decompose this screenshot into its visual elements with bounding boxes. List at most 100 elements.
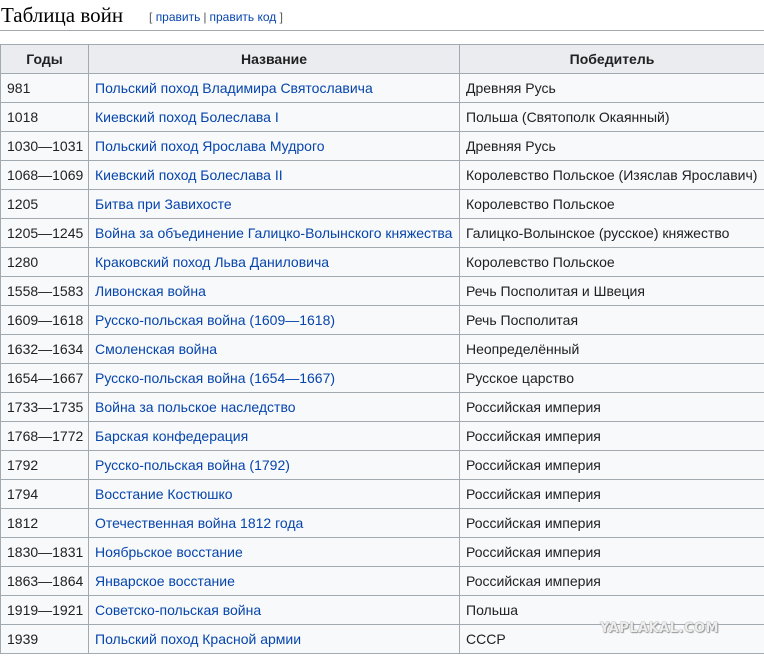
column-header-years[interactable]: Годы [0, 44, 89, 74]
cell-name: Ливонская война [88, 276, 460, 306]
cell-name: Смоленская война [88, 334, 460, 364]
cell-name: Советско-польская война [88, 595, 460, 625]
table-row: 1812 Отечественная война 1812 года Российс… [0, 508, 764, 538]
edit-section-links: [ править | править код ] [149, 9, 283, 25]
war-link[interactable]: Краковский поход Льва Даниловича [95, 254, 329, 270]
cell-years: 1205—1245 [0, 218, 89, 248]
edit-code-link[interactable]: править код [209, 10, 276, 24]
war-link[interactable]: Война за объединение Галицко-Волынского … [95, 225, 452, 241]
open-bracket: [ [149, 10, 153, 24]
cell-winner: Древняя Русь [459, 131, 764, 161]
wars-table: Годы Название Победитель 981 Польский пох… [0, 44, 764, 654]
cell-years: 1205 [0, 189, 89, 219]
war-link[interactable]: Смоленская война [95, 341, 217, 357]
table-row: 1768—1772 Барская конфедерация Российская … [0, 421, 764, 451]
war-link[interactable]: Польский поход Красной армии [95, 631, 301, 647]
table-row: 1939 Польский поход Красной армии СССР [0, 624, 764, 654]
cell-years: 1812 [0, 508, 89, 538]
cell-winner: Королевство Польское [459, 247, 764, 277]
table-row: 1609—1618 Русско-польская война (1609—161… [0, 305, 764, 335]
war-link[interactable]: Война за польское наследство [95, 399, 296, 415]
cell-years: 1919—1921 [0, 595, 89, 625]
cell-winner: Польша [459, 595, 764, 625]
war-link[interactable]: Русско-польская война (1792) [95, 457, 290, 473]
table-row: 1863—1864 Январское восстание Российская и… [0, 566, 764, 596]
cell-name: Киевский поход Болеслава II [88, 160, 460, 190]
cell-name: Краковский поход Льва Даниловича [88, 247, 460, 277]
war-link[interactable]: Восстание Костюшко [95, 486, 233, 502]
war-link[interactable]: Январское восстание [95, 573, 235, 589]
edit-link[interactable]: править [156, 10, 201, 24]
table-row: 1558—1583 Ливонская война Речь Посполитая … [0, 276, 764, 306]
table-row: 1632—1634 Смоленская война Неопределённый [0, 334, 764, 364]
cell-winner: Королевство Польское (Изяслав Ярославич) [459, 160, 764, 190]
cell-winner: СССР [459, 624, 764, 654]
table-row: 981 Польский поход Владимира Святославича… [0, 73, 764, 103]
cell-name: Ноябрьское восстание [88, 537, 460, 567]
cell-name: Отечественная война 1812 года [88, 508, 460, 538]
cell-winner: Российская империя [459, 479, 764, 509]
cell-winner: Российская империя [459, 508, 764, 538]
cell-winner: Российская империя [459, 566, 764, 596]
table-body: 981 Польский поход Владимира Святославича… [0, 73, 764, 654]
cell-winner: Речь Посполитая и Швеция [459, 276, 764, 306]
cell-winner: Российская империя [459, 537, 764, 567]
cell-name: Война за объединение Галицко-Волынского … [88, 218, 460, 248]
table-row: 1733—1735 Война за польское наследство Рос… [0, 392, 764, 422]
cell-winner: Неопределённый [459, 334, 764, 364]
war-link[interactable]: Ноябрьское восстание [95, 544, 243, 560]
cell-years: 1830—1831 [0, 537, 89, 567]
table-row: 1792 Русско-польская война (1792) Российск… [0, 450, 764, 480]
cell-name: Русско-польская война (1654—1667) [88, 363, 460, 393]
war-link[interactable]: Польский поход Владимира Святославича [95, 80, 373, 96]
war-link[interactable]: Ливонская война [95, 283, 206, 299]
war-link[interactable]: Русско-польская война (1609—1618) [95, 312, 335, 328]
war-link[interactable]: Советско-польская война [95, 602, 261, 618]
table-row: 1794 Восстание Костюшко Российская империя [0, 479, 764, 509]
cell-years: 1018 [0, 102, 89, 132]
close-bracket: ] [279, 10, 283, 24]
cell-years: 1609—1618 [0, 305, 89, 335]
cell-name: Январское восстание [88, 566, 460, 596]
cell-years: 1632—1634 [0, 334, 89, 364]
cell-years: 1794 [0, 479, 89, 509]
cell-winner: Русское царство [459, 363, 764, 393]
cell-winner: Российская империя [459, 421, 764, 451]
table-row: 1280 Краковский поход Льва Даниловича Коро… [0, 247, 764, 277]
table-row: 1654—1667 Русско-польская война (1654—166… [0, 363, 764, 393]
war-link[interactable]: Барская конфедерация [95, 428, 248, 444]
war-link[interactable]: Битва при Завихосте [95, 196, 232, 212]
cell-name: Восстание Костюшко [88, 479, 460, 509]
war-link[interactable]: Киевский поход Болеслава II [95, 167, 283, 183]
cell-winner: Королевство Польское [459, 189, 764, 219]
column-header-winner[interactable]: Победитель [459, 44, 764, 74]
section-heading: Таблица войн [ править | править код ] [0, 0, 764, 31]
table-row: 1830—1831 Ноябрьское восстание Российская … [0, 537, 764, 567]
section-title: Таблица войн [1, 3, 124, 27]
column-header-name[interactable]: Название [88, 44, 460, 74]
cell-name: Киевский поход Болеслава I [88, 102, 460, 132]
cell-years: 1768—1772 [0, 421, 89, 451]
table-row: 1205 Битва при Завихосте Королевство Польс… [0, 189, 764, 219]
cell-years: 1863—1864 [0, 566, 89, 596]
cell-winner: Польша (Святополк Окаянный) [459, 102, 764, 132]
war-link[interactable]: Киевский поход Болеслава I [95, 109, 279, 125]
cell-name: Русско-польская война (1609—1618) [88, 305, 460, 335]
cell-name: Русско-польская война (1792) [88, 450, 460, 480]
cell-winner: Речь Посполитая [459, 305, 764, 335]
table-row: 1205—1245 Война за объединение Галицко-Во… [0, 218, 764, 248]
cell-years: 1558—1583 [0, 276, 89, 306]
cell-winner: Российская империя [459, 450, 764, 480]
table-row: 1018 Киевский поход Болеслава I Польша (Св… [0, 102, 764, 132]
cell-years: 1280 [0, 247, 89, 277]
cell-years: 1030—1031 [0, 131, 89, 161]
cell-winner: Российская империя [459, 392, 764, 422]
cell-name: Барская конфедерация [88, 421, 460, 451]
war-link[interactable]: Отечественная война 1812 года [95, 515, 303, 531]
cell-name: Польский поход Ярослава Мудрого [88, 131, 460, 161]
cell-name: Война за польское наследство [88, 392, 460, 422]
war-link[interactable]: Польский поход Ярослава Мудрого [95, 138, 325, 154]
war-link[interactable]: Русско-польская война (1654—1667) [95, 370, 335, 386]
cell-name: Битва при Завихосте [88, 189, 460, 219]
table-row: 1030—1031 Польский поход Ярослава Мудрого… [0, 131, 764, 161]
